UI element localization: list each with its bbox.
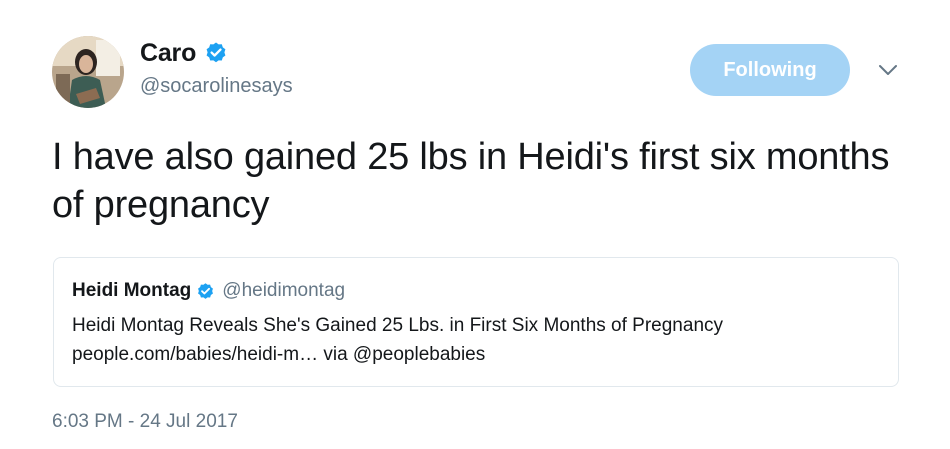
avatar-image xyxy=(52,36,124,108)
tweet-card: Caro @socarolinesays Following I have al… xyxy=(0,0,950,449)
author-name-row: Caro xyxy=(140,38,228,68)
quoted-tweet-card[interactable]: Heidi Montag @heidimontag Heidi Montag R… xyxy=(53,257,899,387)
author-handle[interactable]: @socarolinesays xyxy=(140,75,293,98)
chevron-down-icon[interactable] xyxy=(877,62,899,78)
tweet-timestamp[interactable]: 6:03 PM - 24 Jul 2017 xyxy=(52,411,238,433)
tweet-text: I have also gained 25 lbs in Heidi's fir… xyxy=(52,136,890,226)
verified-badge-icon xyxy=(204,41,228,65)
author-display-name[interactable]: Caro xyxy=(140,39,196,68)
following-button[interactable]: Following xyxy=(690,44,850,96)
quoted-tweet-header: Heidi Montag @heidimontag xyxy=(72,280,345,302)
quoted-tweet-text: Heidi Montag Reveals She's Gained 25 Lbs… xyxy=(72,315,724,336)
verified-badge-icon xyxy=(196,282,215,301)
quoted-author-handle: @heidimontag xyxy=(222,280,346,301)
quoted-author-name: Heidi Montag xyxy=(72,280,192,301)
quoted-tweet-link-line: people.com/babies/heidi-m… via @peopleba… xyxy=(72,344,486,365)
avatar[interactable] xyxy=(52,36,124,108)
